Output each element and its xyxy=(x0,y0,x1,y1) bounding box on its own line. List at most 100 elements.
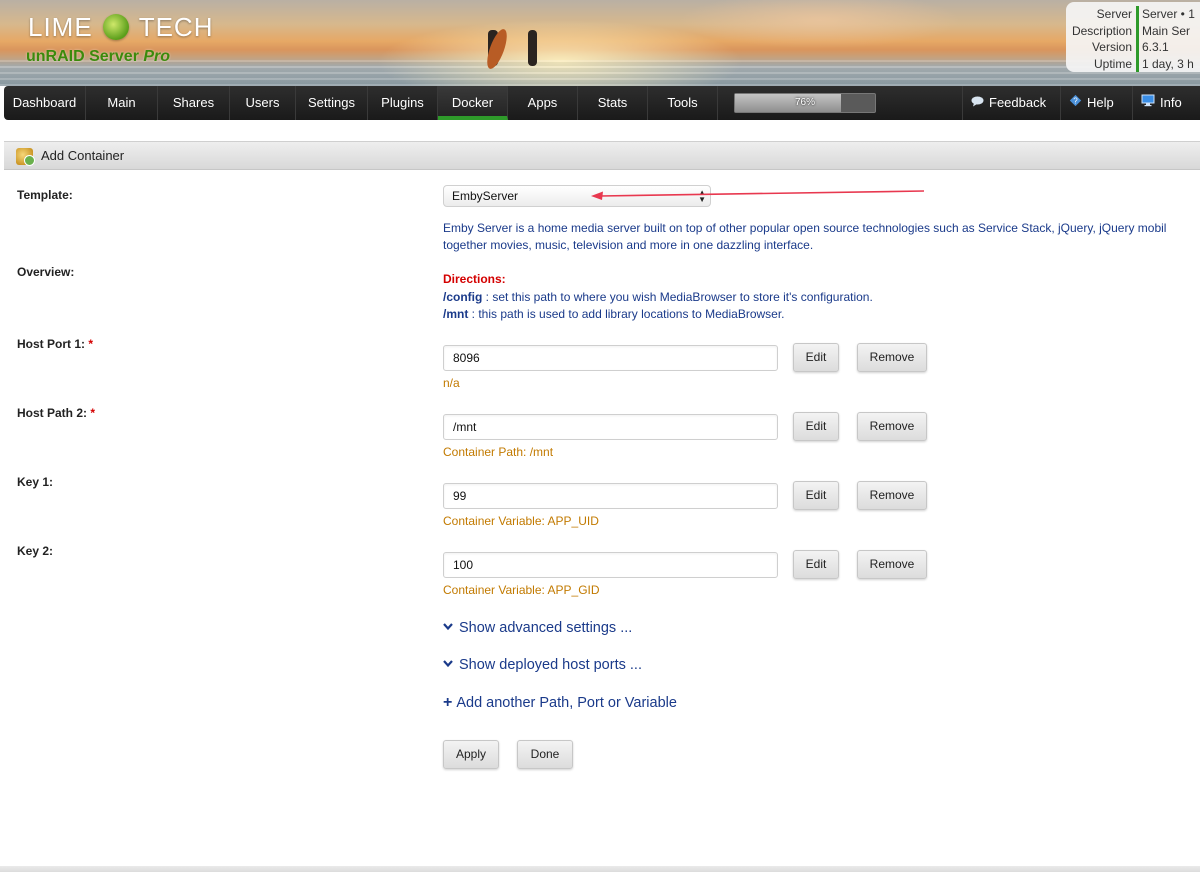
edit-button[interactable]: Edit xyxy=(793,550,839,579)
key-1-input[interactable]: 99 xyxy=(443,483,778,509)
page-title: Add Container xyxy=(41,148,125,163)
header-banner: LIME TECH unRAID Server Pro Server Serve… xyxy=(0,0,1200,86)
directions-title: Directions: xyxy=(443,272,506,286)
directions-block: Directions: /config : set this path to w… xyxy=(443,271,873,324)
apply-button[interactable]: Apply xyxy=(443,740,499,769)
remove-button[interactable]: Remove xyxy=(857,481,927,510)
monitor-icon xyxy=(1141,87,1155,120)
logo-text-tech: TECH xyxy=(138,12,214,42)
server-info-key: Server xyxy=(1096,7,1132,21)
remove-button[interactable]: Remove xyxy=(857,343,927,372)
info-link[interactable]: Info xyxy=(1132,86,1200,120)
key-2-label: Key 2: xyxy=(17,544,54,558)
direction-path: /mnt xyxy=(443,307,469,321)
server-info-value: Server • 1 xyxy=(1136,6,1200,23)
field-note: Container Variable: APP_UID xyxy=(443,514,599,528)
feedback-link[interactable]: Feedback xyxy=(962,86,1058,120)
chevron-down-icon xyxy=(443,623,453,631)
add-container-icon xyxy=(16,148,35,166)
overview-label: Overview: xyxy=(17,265,75,279)
host-port-1-input[interactable]: 8096 xyxy=(443,345,778,371)
host-port-1-label: Host Port 1: * xyxy=(17,337,93,351)
template-select-value: EmbyServer xyxy=(452,189,519,203)
limetech-logo: LIME TECH xyxy=(28,12,213,43)
host-path-2-input[interactable]: /mnt xyxy=(443,414,778,440)
required-mark: * xyxy=(88,337,94,351)
nav-shares[interactable]: Shares xyxy=(158,86,230,120)
page-footer xyxy=(0,866,1200,872)
server-info-row: Server Server • 1 xyxy=(1066,6,1200,23)
svg-text:?: ? xyxy=(1073,97,1078,106)
server-info-row: Uptime 1 day, 3 h xyxy=(1066,55,1200,72)
server-info-value: Main Ser xyxy=(1136,22,1200,39)
nav-docker[interactable]: Docker xyxy=(438,86,508,120)
show-ports-label: Show deployed host ports ... xyxy=(459,657,642,673)
overview-line: together movies, music, television and m… xyxy=(443,238,814,252)
show-advanced-settings-link[interactable]: Show advanced settings ... xyxy=(443,620,632,636)
main-nav: Dashboard Main Shares Users Settings Plu… xyxy=(4,86,1200,120)
nav-tools[interactable]: Tools xyxy=(648,86,718,120)
page-title-bar: Add Container xyxy=(4,141,1200,170)
product-name: unRAID Server Pro xyxy=(26,48,170,66)
plus-icon: + xyxy=(443,694,453,711)
direction-text: : set this path to where you wish MediaB… xyxy=(482,289,873,304)
host-path-2-label: Host Path 2: * xyxy=(17,406,95,420)
server-info-row: Description Main Ser xyxy=(1066,22,1200,39)
product-edition: Pro xyxy=(143,48,171,65)
nav-main[interactable]: Main xyxy=(86,86,158,120)
server-info-key: Uptime xyxy=(1093,56,1132,71)
annotation-arrow xyxy=(591,190,925,200)
nav-dashboard[interactable]: Dashboard xyxy=(4,86,86,120)
edit-button[interactable]: Edit xyxy=(793,412,839,441)
field-note: n/a xyxy=(443,376,460,390)
direction-text: : this path is used to add library locat… xyxy=(468,307,785,321)
banner-waves xyxy=(0,60,1200,86)
field-note: Container Path: /mnt xyxy=(443,445,554,459)
nav-settings[interactable]: Settings xyxy=(296,86,368,120)
nav-stats[interactable]: Stats xyxy=(578,86,648,120)
template-label: Template: xyxy=(17,188,73,202)
help-diamond-icon: ? xyxy=(1069,87,1082,120)
server-info-panel: Server Server • 1 Description Main Ser V… xyxy=(1066,2,1200,72)
remove-button[interactable]: Remove xyxy=(857,412,927,441)
overview-line: Emby Server is a home media server built… xyxy=(443,221,1167,235)
server-info-row: Version 6.3.1 xyxy=(1066,39,1200,56)
help-label: Help xyxy=(1087,95,1114,110)
logo-text-lime: LIME xyxy=(28,12,93,42)
key-2-input[interactable]: 100 xyxy=(443,552,778,578)
field-note: Container Variable: APP_GID xyxy=(443,583,600,597)
edit-button[interactable]: Edit xyxy=(793,343,839,372)
show-advanced-label: Show advanced settings ... xyxy=(459,620,633,636)
done-button[interactable]: Done xyxy=(517,740,573,769)
add-path-port-variable-link[interactable]: + Add another Path, Port or Variable xyxy=(443,694,677,712)
lime-icon xyxy=(102,14,129,40)
direction-path: /config xyxy=(443,289,483,304)
surfer-figure-2 xyxy=(528,30,537,66)
add-another-label: Add another Path, Port or Variable xyxy=(456,695,677,711)
key-1-label: Key 1: xyxy=(17,475,54,489)
field-label-text: Host Port 1: xyxy=(17,337,86,351)
cpu-load-bar: 76% xyxy=(734,93,876,113)
server-info-value: 1 day, 3 h xyxy=(1136,55,1200,72)
show-deployed-ports-link[interactable]: Show deployed host ports ... xyxy=(443,657,642,673)
nav-users[interactable]: Users xyxy=(230,86,296,120)
server-info-key: Description xyxy=(1071,23,1132,38)
chevron-down-icon xyxy=(443,660,453,668)
feedback-label: Feedback xyxy=(989,95,1047,110)
field-label-text: Host Path 2: xyxy=(17,406,88,420)
help-link[interactable]: ? Help xyxy=(1060,86,1130,120)
info-label: Info xyxy=(1160,95,1182,110)
edit-button[interactable]: Edit xyxy=(793,481,839,510)
required-mark: * xyxy=(90,406,96,420)
nav-plugins[interactable]: Plugins xyxy=(368,86,438,120)
server-info-key: Version xyxy=(1091,40,1132,54)
server-info-value: 6.3.1 xyxy=(1136,39,1200,56)
direction-item: /config : set this path to where you wis… xyxy=(443,289,873,307)
product-name-text: unRAID Server xyxy=(26,48,139,65)
cpu-load-label: 76% xyxy=(794,97,815,108)
overview-text: Emby Server is a home media server built… xyxy=(443,220,1200,254)
speech-bubble-icon xyxy=(971,87,984,120)
nav-apps[interactable]: Apps xyxy=(508,86,578,120)
remove-button[interactable]: Remove xyxy=(857,550,927,579)
direction-item: /mnt : this path is used to add library … xyxy=(443,306,873,324)
